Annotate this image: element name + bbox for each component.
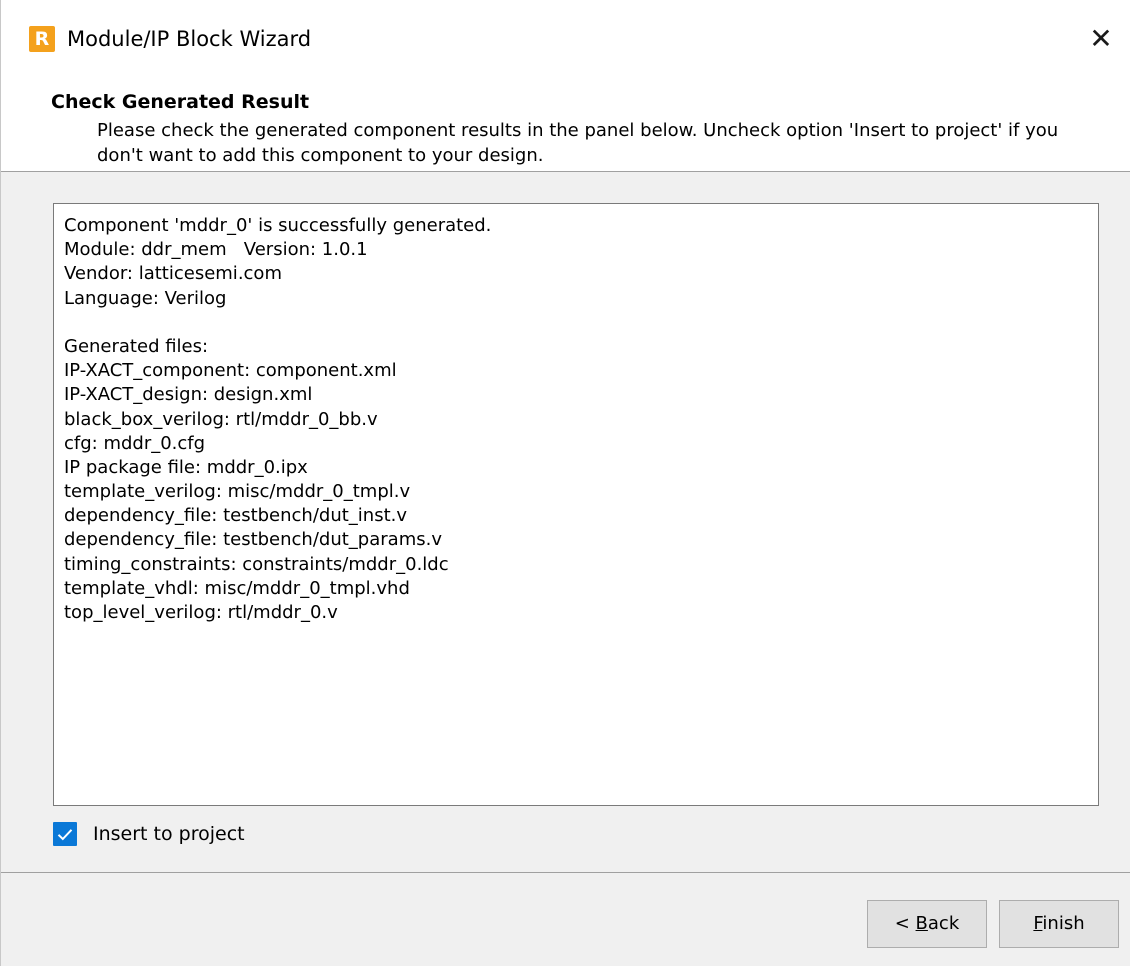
window-title: Module/IP Block Wizard (67, 27, 312, 51)
result-line: black_box_verilog: rtl/mddr_0_bb.v (64, 408, 378, 430)
result-line: timing_constraints: constraints/mddr_0.l… (64, 553, 449, 575)
back-button[interactable]: < Back (867, 900, 987, 948)
result-line: IP-XACT_design: design.xml (64, 384, 313, 406)
result-line (64, 311, 1088, 335)
wizard-header: Check Generated Result Please check the … (1, 76, 1130, 172)
result-line: template_vhdl: misc/mddr_0_tmpl.vhd (64, 577, 410, 599)
result-line: Vendor: latticesemi.com (64, 263, 282, 285)
result-line: Component 'mddr_0' is successfully gener… (64, 215, 492, 236)
insert-to-project-label: Insert to project (93, 823, 245, 845)
result-line: Language: Verilog (64, 287, 227, 309)
result-line: IP package file: mddr_0.ipx (64, 456, 308, 478)
result-line: Module: ddr_mem Version: 1.0.1 (64, 239, 368, 261)
result-line: top_level_verilog: rtl/mddr_0.v (64, 602, 338, 623)
close-icon: ✕ (1089, 21, 1113, 55)
finish-rest: inish (1042, 913, 1085, 934)
page-description: Please check the generated component res… (97, 120, 1059, 166)
wizard-dialog: R Module/IP Block Wizard ✕ Check Generat… (0, 0, 1130, 966)
results-text-panel[interactable]: Component 'mddr_0' is successfully gener… (53, 203, 1099, 806)
app-logo-letter: R (34, 28, 50, 50)
back-rest: ack (927, 913, 960, 934)
checkmark-icon (57, 828, 73, 840)
app-logo-icon: R (29, 26, 55, 52)
result-line: Generated files: (64, 335, 209, 357)
insert-to-project-checkbox[interactable] (53, 822, 77, 846)
result-line: IP-XACT_component: component.xml (64, 360, 397, 382)
title-bar: R Module/IP Block Wizard ✕ (1, 0, 1130, 76)
result-line: template_verilog: misc/mddr_0_tmpl.v (64, 481, 411, 503)
page-title: Check Generated Result (51, 91, 310, 113)
back-prefix: < (894, 913, 916, 934)
close-button[interactable]: ✕ (1071, 0, 1130, 76)
result-line: dependency_file: testbench/dut_params.v (64, 529, 442, 551)
result-line: dependency_file: testbench/dut_inst.v (64, 505, 408, 527)
footer-divider (1, 872, 1130, 873)
result-line: cfg: mddr_0.cfg (64, 432, 206, 454)
insert-to-project-option[interactable]: Insert to project (53, 819, 245, 849)
finish-button[interactable]: Finish (999, 900, 1119, 948)
back-mnemonic: B (915, 913, 928, 934)
